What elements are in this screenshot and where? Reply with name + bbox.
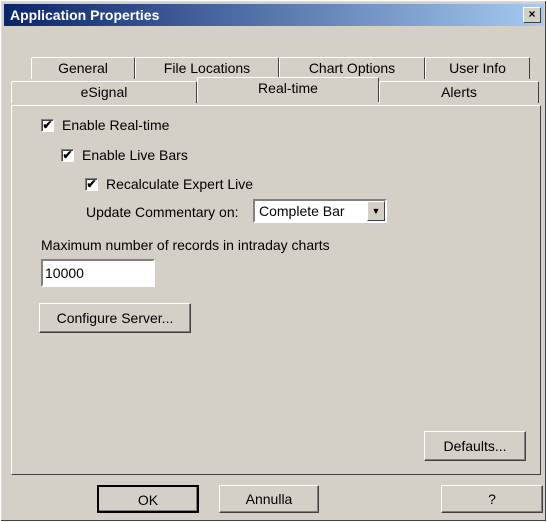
checkmark-icon: ✔ (42, 117, 53, 132)
help-button[interactable]: ? (441, 485, 543, 513)
tab-user-info[interactable]: User Info (425, 57, 530, 79)
close-button[interactable]: × (523, 7, 541, 23)
enable-realtime-label: Enable Real-time (62, 117, 170, 133)
tab-file-locations[interactable]: File Locations (135, 57, 279, 79)
cancel-button[interactable]: Annulla (219, 485, 319, 513)
update-commentary-value: Complete Bar (259, 203, 345, 219)
recalculate-expert-row[interactable]: ✔ Recalculate Expert Live (85, 176, 253, 192)
recalculate-expert-label: Recalculate Expert Live (106, 176, 254, 192)
checkmark-icon: ✔ (62, 147, 73, 162)
ok-button[interactable]: OK (97, 485, 199, 513)
max-records-input[interactable]: 10000 (41, 259, 155, 287)
enable-realtime-checkbox[interactable]: ✔ (41, 117, 54, 132)
title-bar[interactable]: Application Properties × (4, 4, 544, 26)
enable-live-bars-label: Enable Live Bars (82, 147, 188, 163)
recalculate-expert-checkbox[interactable]: ✔ (85, 176, 98, 191)
update-commentary-dropdown[interactable]: Complete Bar ▼ (253, 199, 387, 223)
window-title: Application Properties (10, 7, 160, 23)
max-records-label: Maximum number of records in intraday ch… (41, 237, 330, 253)
enable-live-bars-row[interactable]: ✔ Enable Live Bars (61, 147, 188, 163)
tab-chart-options[interactable]: Chart Options (279, 57, 425, 79)
enable-realtime-row[interactable]: ✔ Enable Real-time (41, 117, 169, 133)
tab-general[interactable]: General (31, 57, 135, 79)
update-commentary-label: Update Commentary on: (86, 204, 239, 220)
tab-alerts[interactable]: Alerts (379, 81, 539, 103)
tab-esignal[interactable]: eSignal (11, 81, 197, 103)
configure-server-button[interactable]: Configure Server... (39, 303, 191, 333)
enable-live-bars-checkbox[interactable]: ✔ (61, 147, 74, 162)
defaults-button[interactable]: Defaults... (424, 431, 526, 461)
chevron-down-icon[interactable]: ▼ (367, 201, 385, 221)
checkmark-icon: ✔ (86, 176, 97, 191)
tab-realtime[interactable]: Real-time (197, 77, 379, 102)
application-properties-window: Application Properties × General File Lo… (0, 0, 547, 522)
